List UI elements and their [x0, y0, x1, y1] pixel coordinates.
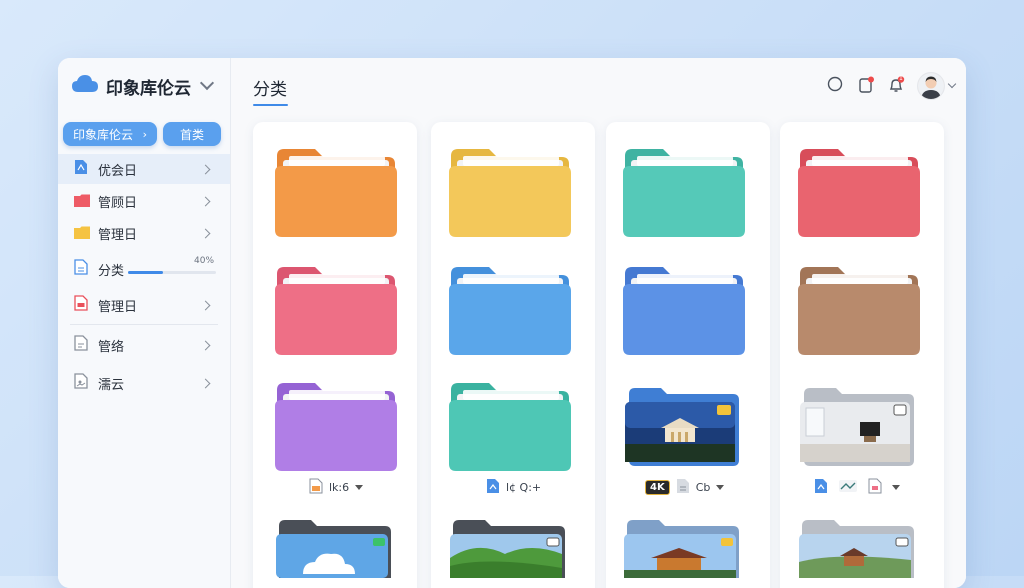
dropdown-arrow-icon[interactable] [716, 485, 725, 490]
sidebar-item-3[interactable]: 分类 40% [58, 254, 230, 284]
chevron-right-icon [200, 164, 211, 174]
image-file-icon [309, 478, 323, 497]
folder-tile[interactable] [273, 146, 399, 242]
folder-tile[interactable] [273, 264, 399, 360]
app-window: 印象库伦云 印象库伦云 › 首类 优会日 管顾日 管理日 分类 40% 管理日 … [58, 58, 966, 588]
photo-folder-room[interactable] [798, 386, 920, 472]
breadcrumb-chip-current[interactable]: 首类 [163, 122, 221, 146]
file-meta-text: l¢ Q:+ [506, 481, 542, 494]
folder-tile[interactable] [621, 146, 747, 242]
sidebar-item-5[interactable]: 管络 [58, 330, 230, 360]
breadcrumb-chip-home[interactable]: 印象库伦云 › [63, 122, 157, 146]
search-circle-icon[interactable] [827, 76, 843, 96]
main-content: 分类 1 lk:6 l¢ Q:+ 4K Cb [231, 58, 966, 588]
sidebar-item-label: 管理日 [98, 299, 138, 315]
document-gray-icon [676, 478, 690, 497]
chevron-right-icon: › [142, 127, 147, 141]
file-meta-text: Cb [695, 481, 711, 494]
brand-title: 印象库伦云 [106, 78, 191, 99]
folder-tile[interactable] [273, 380, 399, 476]
photo-folder-palace[interactable] [623, 386, 745, 472]
breadcrumb-label: 首类 [179, 127, 204, 142]
sidebar-item-label: 濡云 [98, 377, 125, 393]
divider [70, 324, 218, 325]
4k-badge: 4K [645, 480, 670, 495]
folder-tile[interactable] [447, 146, 573, 242]
document-blue-icon [814, 478, 828, 497]
file-meta-text: lk:6 [329, 481, 350, 494]
document-red-icon [868, 478, 882, 497]
progress-bar [128, 271, 216, 274]
bell-icon[interactable]: 1 [887, 75, 905, 98]
breadcrumb-label: 印象库伦云 [73, 127, 134, 142]
breadcrumb: 印象库伦云 › 首类 [63, 122, 221, 146]
dropdown-arrow-icon[interactable] [892, 485, 900, 490]
sidebar-item-label: 管络 [98, 339, 125, 355]
sidebar-item-label: 分类 [98, 263, 125, 279]
photo-folder-temple[interactable] [621, 518, 745, 582]
avatar[interactable] [917, 72, 945, 100]
sidebar-item-label: 优会日 [98, 163, 138, 179]
sidebar-item-6[interactable]: 濡云 [58, 368, 230, 398]
progress-fill [128, 271, 164, 274]
chevron-right-icon [200, 378, 211, 388]
image-preview-icon [838, 478, 858, 497]
folder-yellow-icon [74, 224, 90, 243]
image-doc-icon [74, 373, 88, 393]
page-title[interactable]: 分类 [253, 75, 287, 100]
chevron-right-icon [200, 340, 211, 350]
photo-folder-sky[interactable] [273, 518, 397, 582]
file-meta-row-1[interactable]: lk:6 [309, 478, 364, 497]
photo-folder-pavilion[interactable] [796, 518, 920, 582]
file-meta-row-3[interactable]: 4K Cb [645, 478, 725, 497]
folder-tile[interactable] [796, 264, 922, 360]
document-gray-icon [74, 335, 88, 355]
chevron-down-icon[interactable] [199, 75, 215, 91]
tablet-icon[interactable] [857, 76, 875, 98]
notification-count: 1 [899, 75, 903, 82]
chevron-down-icon[interactable] [947, 79, 957, 89]
document-outline-icon [74, 259, 88, 279]
brand[interactable]: 印象库伦云 [72, 72, 191, 100]
document-blue-icon [74, 159, 88, 179]
dropdown-arrow-icon[interactable] [355, 485, 364, 490]
sidebar-item-label: 管理日 [98, 227, 138, 243]
chevron-right-icon [200, 228, 211, 238]
sidebar-item-0[interactable]: 优会日 [58, 154, 230, 184]
chevron-right-icon [200, 300, 211, 310]
tab-underline [253, 104, 288, 106]
progress-text: 40% [194, 256, 215, 266]
folder-tile[interactable] [621, 264, 747, 360]
file-meta-row-4[interactable] [814, 478, 900, 497]
sidebar-item-4[interactable]: 管理日 [58, 290, 230, 320]
file-meta-row-2[interactable]: l¢ Q:+ [486, 478, 541, 497]
chevron-right-icon [200, 196, 211, 206]
folder-tile[interactable] [447, 380, 573, 476]
sidebar-item-label: 管顾日 [98, 195, 138, 211]
document-blue-icon [486, 478, 500, 497]
folder-tile[interactable] [447, 264, 573, 360]
sidebar-item-2[interactable]: 管理日 [58, 218, 230, 248]
photo-folder-hills[interactable] [447, 518, 571, 582]
sidebar-item-1[interactable]: 管顾日 [58, 186, 230, 216]
folder-tile[interactable] [796, 146, 922, 242]
sidebar: 印象库伦云 印象库伦云 › 首类 优会日 管顾日 管理日 分类 40% 管理日 … [58, 58, 231, 588]
document-red-icon [74, 295, 88, 315]
folder-red-icon [74, 192, 90, 211]
cloud-logo-icon [72, 75, 98, 97]
